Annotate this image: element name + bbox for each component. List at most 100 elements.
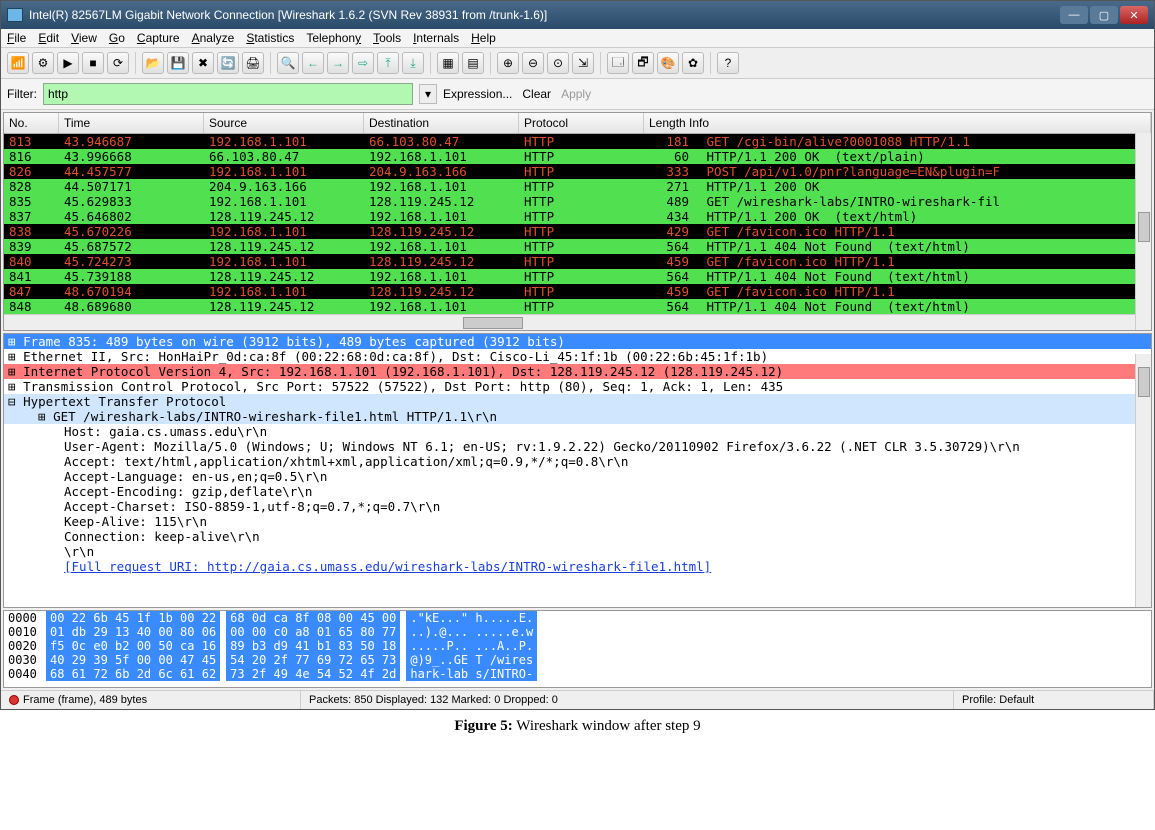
- packet-list-pane[interactable]: No. Time Source Destination Protocol Len…: [3, 112, 1152, 331]
- window-title: Intel(R) 82567LM Gigabit Network Connect…: [29, 8, 1060, 22]
- filter-dropdown-icon[interactable]: ▾: [419, 84, 437, 104]
- filter-label: Filter:: [7, 87, 37, 101]
- filter-input[interactable]: [43, 83, 413, 105]
- go-forward-icon[interactable]: →: [327, 52, 349, 74]
- menu-help[interactable]: Help: [471, 31, 496, 45]
- detail-ethernet[interactable]: ⊞ Ethernet II, Src: HonHaiPr_0d:ca:8f (0…: [4, 349, 1151, 364]
- col-destination[interactable]: Destination: [364, 113, 519, 133]
- detail-http-user-agent[interactable]: User-Agent: Mozilla/5.0 (Windows; U; Win…: [4, 439, 1151, 454]
- table-row[interactable]: 83945.687572128.119.245.12192.168.1.101H…: [4, 239, 1151, 254]
- minimize-button[interactable]: —: [1060, 6, 1088, 24]
- detail-http-keep-alive[interactable]: Keep-Alive: 115\r\n: [4, 514, 1151, 529]
- table-row[interactable]: 84045.724273192.168.1.101128.119.245.12H…: [4, 254, 1151, 269]
- hex-row[interactable]: 000000 22 6b 45 1f 1b 00 2268 0d ca 8f 0…: [4, 611, 1151, 625]
- detail-http-accept-encoding[interactable]: Accept-Encoding: gzip,deflate\r\n: [4, 484, 1151, 499]
- menu-internals[interactable]: Internals: [413, 31, 459, 45]
- detail-frame[interactable]: ⊞ Frame 835: 489 bytes on wire (3912 bit…: [4, 334, 1151, 349]
- hex-row[interactable]: 003040 29 39 5f 00 00 47 4554 20 2f 77 6…: [4, 653, 1151, 667]
- stop-capture-icon[interactable]: ■: [82, 52, 104, 74]
- details-vscroll[interactable]: [1135, 354, 1151, 607]
- maximize-button[interactable]: ▢: [1090, 6, 1118, 24]
- reload-icon[interactable]: 🔄: [217, 52, 239, 74]
- menu-telephony[interactable]: Telephony: [306, 31, 361, 45]
- open-icon[interactable]: 📂: [142, 52, 164, 74]
- zoom-fit-icon[interactable]: ⊙: [547, 52, 569, 74]
- detail-http[interactable]: ⊟ Hypertext Transfer Protocol: [4, 394, 1151, 409]
- coloring-rules-icon[interactable]: 🎨: [657, 52, 679, 74]
- detail-http-accept-charset[interactable]: Accept-Charset: ISO-8859-1,utf-8;q=0.7,*…: [4, 499, 1151, 514]
- capture-filters-icon[interactable]: 🗔: [607, 52, 629, 74]
- detail-http-crlf[interactable]: \r\n: [4, 544, 1151, 559]
- go-to-packet-icon[interactable]: ⇨: [352, 52, 374, 74]
- table-row[interactable]: 84848.689680128.119.245.12192.168.1.101H…: [4, 299, 1151, 314]
- go-last-icon[interactable]: ⤓: [402, 52, 424, 74]
- packet-list-vscroll[interactable]: [1135, 133, 1151, 330]
- col-length-info[interactable]: Length Info: [644, 113, 1151, 133]
- filter-clear-button[interactable]: Clear: [522, 87, 551, 101]
- table-row[interactable]: 81643.99666866.103.80.47192.168.1.101HTT…: [4, 149, 1151, 164]
- table-row[interactable]: 83745.646802128.119.245.12192.168.1.101H…: [4, 209, 1151, 224]
- detail-http-full-uri[interactable]: [Full request URI: http://gaia.cs.umass.…: [4, 559, 1151, 574]
- packet-details-pane[interactable]: ⊞ Frame 835: 489 bytes on wire (3912 bit…: [3, 333, 1152, 608]
- display-filters-icon[interactable]: 🗗: [632, 52, 654, 74]
- packet-list-hscroll[interactable]: [4, 314, 1151, 330]
- detail-http-accept[interactable]: Accept: text/html,application/xhtml+xml,…: [4, 454, 1151, 469]
- menu-go[interactable]: Go: [109, 31, 125, 45]
- menu-capture[interactable]: Capture: [137, 31, 180, 45]
- go-first-icon[interactable]: ⤒: [377, 52, 399, 74]
- print-icon[interactable]: 🖨: [242, 52, 264, 74]
- resize-columns-icon[interactable]: ⇲: [572, 52, 594, 74]
- menu-analyze[interactable]: Analyze: [192, 31, 235, 45]
- restart-capture-icon[interactable]: ⟳: [107, 52, 129, 74]
- window-controls: — ▢ ✕: [1060, 6, 1148, 24]
- expert-info-icon[interactable]: [9, 695, 19, 705]
- table-row[interactable]: 84748.670194192.168.1.101128.119.245.12H…: [4, 284, 1151, 299]
- find-icon[interactable]: 🔍: [277, 52, 299, 74]
- detail-tcp[interactable]: ⊞ Transmission Control Protocol, Src Por…: [4, 379, 1151, 394]
- packet-list-body[interactable]: 81343.946687192.168.1.10166.103.80.47HTT…: [4, 134, 1151, 314]
- col-protocol[interactable]: Protocol: [519, 113, 644, 133]
- detail-http-accept-language[interactable]: Accept-Language: en-us,en;q=0.5\r\n: [4, 469, 1151, 484]
- col-source[interactable]: Source: [204, 113, 364, 133]
- detail-ip[interactable]: ⊞ Internet Protocol Version 4, Src: 192.…: [4, 364, 1151, 379]
- start-capture-icon[interactable]: ▶: [57, 52, 79, 74]
- close-button[interactable]: ✕: [1120, 6, 1148, 24]
- colorize-icon[interactable]: ▦: [437, 52, 459, 74]
- hex-row[interactable]: 001001 db 29 13 40 00 80 0600 00 c0 a8 0…: [4, 625, 1151, 639]
- hex-row[interactable]: 004068 61 72 6b 2d 6c 61 6273 2f 49 4e 5…: [4, 667, 1151, 681]
- titlebar[interactable]: Intel(R) 82567LM Gigabit Network Connect…: [1, 1, 1154, 29]
- detail-http-host[interactable]: Host: gaia.cs.umass.edu\r\n: [4, 424, 1151, 439]
- col-no[interactable]: No.: [4, 113, 59, 133]
- filter-apply-button[interactable]: Apply: [561, 87, 591, 101]
- preferences-icon[interactable]: ✿: [682, 52, 704, 74]
- col-time[interactable]: Time: [59, 113, 204, 133]
- table-row[interactable]: 82844.507171204.9.163.166192.168.1.101HT…: [4, 179, 1151, 194]
- filter-bar: Filter: ▾ Expression... Clear Apply: [1, 79, 1154, 110]
- interfaces-icon[interactable]: 📶: [7, 52, 29, 74]
- zoom-out-icon[interactable]: ⊖: [522, 52, 544, 74]
- options-icon[interactable]: ⚙: [32, 52, 54, 74]
- menu-statistics[interactable]: Statistics: [246, 31, 294, 45]
- table-row[interactable]: 84145.739188128.119.245.12192.168.1.101H…: [4, 269, 1151, 284]
- menu-tools[interactable]: Tools: [373, 31, 401, 45]
- wireshark-window: Intel(R) 82567LM Gigabit Network Connect…: [0, 0, 1155, 710]
- detail-http-get[interactable]: ⊞ GET /wireshark-labs/INTRO-wireshark-fi…: [4, 409, 1151, 424]
- go-back-icon[interactable]: ←: [302, 52, 324, 74]
- detail-http-connection[interactable]: Connection: keep-alive\r\n: [4, 529, 1151, 544]
- menu-file[interactable]: File: [7, 31, 26, 45]
- table-row[interactable]: 83545.629833192.168.1.101128.119.245.12H…: [4, 194, 1151, 209]
- zoom-in-icon[interactable]: ⊕: [497, 52, 519, 74]
- save-icon[interactable]: 💾: [167, 52, 189, 74]
- menu-view[interactable]: View: [71, 31, 97, 45]
- help-icon[interactable]: ?: [717, 52, 739, 74]
- hex-row[interactable]: 0020f5 0c e0 b2 00 50 ca 1689 b3 d9 41 b…: [4, 639, 1151, 653]
- filter-expression-button[interactable]: Expression...: [443, 87, 512, 101]
- close-file-icon[interactable]: ✖: [192, 52, 214, 74]
- menu-edit[interactable]: Edit: [38, 31, 59, 45]
- hex-pane[interactable]: 000000 22 6b 45 1f 1b 00 2268 0d ca 8f 0…: [3, 610, 1152, 688]
- table-row[interactable]: 82644.457577192.168.1.101204.9.163.166HT…: [4, 164, 1151, 179]
- table-row[interactable]: 83845.670226192.168.1.101128.119.245.12H…: [4, 224, 1151, 239]
- status-profile[interactable]: Profile: Default: [954, 691, 1154, 709]
- table-row[interactable]: 81343.946687192.168.1.10166.103.80.47HTT…: [4, 134, 1151, 149]
- auto-scroll-icon[interactable]: ▤: [462, 52, 484, 74]
